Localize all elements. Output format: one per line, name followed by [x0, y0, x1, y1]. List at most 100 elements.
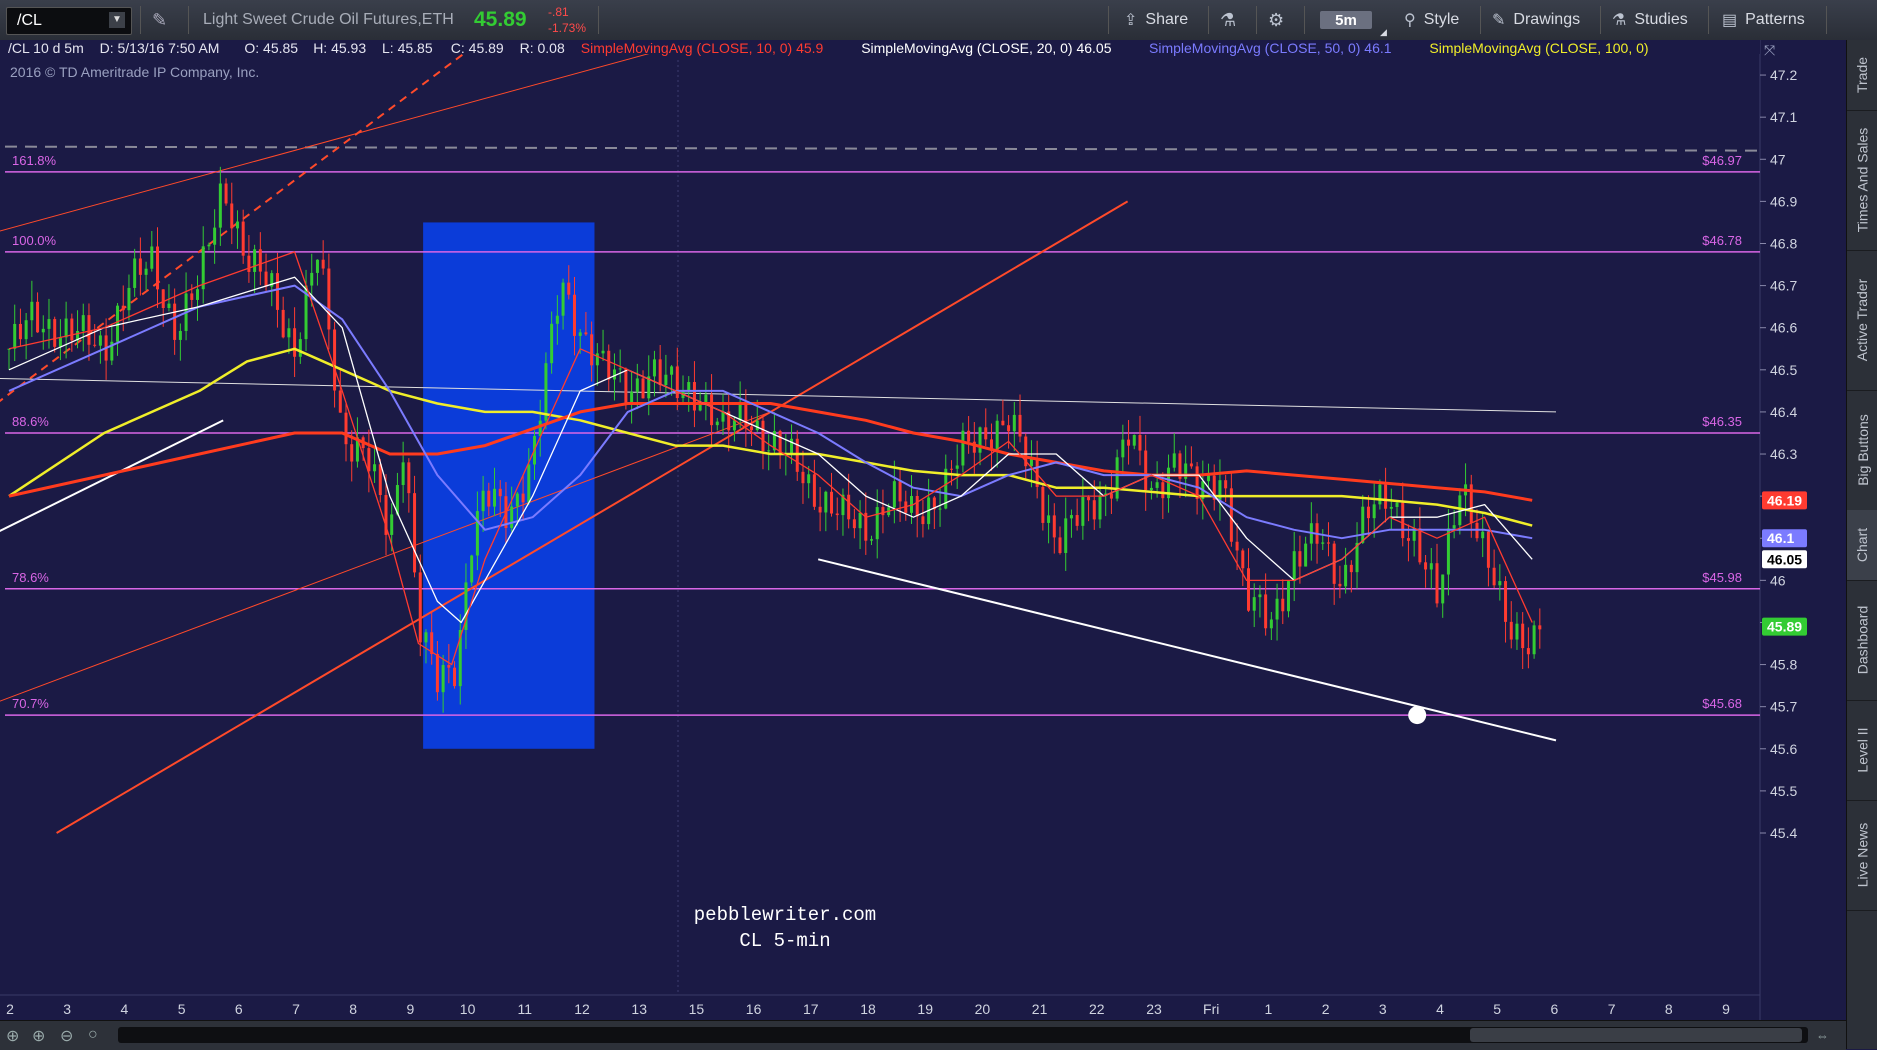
crosshair-icon: ⤧: [1764, 42, 1775, 58]
candle-body: [1406, 538, 1410, 541]
candle-body: [1149, 487, 1153, 491]
candle-body: [1172, 453, 1176, 468]
candle-body: [635, 378, 639, 392]
tab-chart[interactable]: Chart: [1847, 510, 1877, 581]
candle-body: [121, 305, 125, 311]
symbol-text[interactable]: /CL: [17, 12, 42, 30]
candle-body: [1132, 434, 1136, 446]
candle-body: [1532, 625, 1536, 655]
study-legend: SimpleMovingAvg (CLOSE, 10, 0) 45.9: [581, 40, 824, 56]
horizontal-scrollbar[interactable]: [118, 1027, 1808, 1043]
symbol-selector[interactable]: /CL ▼: [6, 7, 132, 35]
chevron-down-icon[interactable]: ▼: [109, 12, 125, 28]
x-tick-label: 9: [407, 1001, 415, 1017]
candle-body: [407, 462, 411, 494]
candle-body: [18, 323, 22, 340]
candle-body: [1304, 543, 1308, 567]
patterns-button[interactable]: ▤ Patterns: [1722, 0, 1805, 40]
study-legend: SimpleMovingAvg (CLOSE, 50, 0) 46.1: [1149, 40, 1392, 56]
candle-body: [1424, 562, 1428, 570]
candle-body: [544, 363, 548, 421]
candle-body: [801, 471, 805, 484]
candle-body: [1047, 515, 1051, 523]
candle-body: [892, 481, 896, 508]
style-icon: ⚲: [1404, 12, 1416, 29]
tab-trade[interactable]: Trade: [1847, 40, 1877, 111]
candle-body: [64, 318, 68, 338]
link-icon[interactable]: ✎: [152, 0, 167, 40]
candle-body: [1286, 581, 1290, 612]
candle-body: [510, 506, 514, 529]
fib-level-price: $45.68: [1702, 696, 1742, 711]
divider: [1304, 6, 1305, 34]
price-tag-label: 46.19: [1767, 492, 1802, 508]
candle-body: [1292, 551, 1296, 582]
scrollbar-thumb[interactable]: [1470, 1028, 1802, 1042]
y-tick-label: 46.4: [1770, 404, 1797, 420]
candle-body: [1418, 528, 1422, 563]
candle-body: [984, 427, 988, 440]
fib-level-label: 88.6%: [12, 414, 49, 429]
candle-body: [1081, 497, 1085, 526]
zoom-out-icon[interactable]: ⊖: [60, 1026, 73, 1046]
candle-body: [230, 203, 234, 229]
candle-body: [1121, 439, 1125, 458]
tab-dashboard[interactable]: Dashboard: [1847, 580, 1877, 701]
candle-body: [235, 221, 239, 229]
candle-body: [584, 332, 588, 335]
x-tick-label: 5: [1493, 1001, 1501, 1017]
candle-body: [161, 289, 165, 309]
candle-body: [1526, 648, 1530, 655]
tab-live-news[interactable]: Live News: [1847, 800, 1877, 911]
candle-body: [995, 420, 999, 451]
tab-times-and-sales[interactable]: Times And Sales: [1847, 110, 1877, 251]
x-tick-label: 18: [860, 1001, 876, 1017]
pan-icon[interactable]: ⊕: [6, 1026, 19, 1046]
tab-level-ii[interactable]: Level II: [1847, 700, 1877, 801]
candle-body: [612, 369, 616, 380]
expand-icon[interactable]: ⇔: [1816, 1028, 1829, 1043]
x-tick-label: 15: [689, 1001, 705, 1017]
zoom-in-icon[interactable]: ⊕: [32, 1026, 45, 1046]
candle-body: [550, 323, 554, 364]
price-chart[interactable]: 161.8% $46.97 100.0% $46.78 88.6% $46.35 78.6%…: [0, 40, 1846, 1020]
header-field: C: 45.89: [451, 40, 504, 56]
candle-body: [413, 493, 417, 573]
candle-body: [704, 394, 708, 403]
x-tick-label: 16: [746, 1001, 762, 1017]
candle-body: [715, 421, 719, 426]
study-legend: SimpleMovingAvg (CLOSE, 100, 0): [1429, 40, 1648, 56]
x-tick-label: 19: [917, 1001, 933, 1017]
candle-body: [36, 301, 40, 333]
candle-body: [1252, 597, 1256, 611]
share-button[interactable]: ⇪ Share: [1124, 0, 1188, 40]
candle-body: [624, 368, 628, 404]
flask-icon[interactable]: ⚗: [1220, 0, 1236, 40]
tab-big-buttons[interactable]: Big Buttons: [1847, 390, 1877, 511]
drawings-button[interactable]: ✎ Drawings: [1492, 0, 1580, 40]
zoom-reset-icon[interactable]: ○: [88, 1026, 98, 1044]
candle-body: [978, 427, 982, 453]
candle-body: [275, 273, 279, 310]
header-field: H: 45.93: [313, 40, 366, 56]
candle-body: [572, 294, 576, 336]
y-tick-label: 46.8: [1770, 235, 1797, 251]
candle-body: [98, 335, 102, 346]
candle-body: [178, 330, 182, 340]
candle-body: [527, 464, 531, 503]
candle-body: [967, 430, 971, 442]
style-button[interactable]: ⚲ Style: [1404, 0, 1459, 40]
timeframe-selector[interactable]: 5m: [1320, 11, 1372, 29]
divider: [598, 6, 599, 34]
x-tick-label: 8: [349, 1001, 357, 1017]
x-tick-label: 3: [63, 1001, 71, 1017]
candle-body: [1275, 598, 1279, 620]
candle-body: [1344, 564, 1348, 587]
tab-active-trader[interactable]: Active Trader: [1847, 250, 1877, 391]
candle-body: [1241, 550, 1245, 569]
divider: [188, 6, 189, 34]
gear-icon[interactable]: ⚙: [1268, 0, 1284, 40]
studies-button[interactable]: ⚗ Studies: [1612, 0, 1688, 40]
candle-body: [1064, 518, 1068, 553]
bottom-scroll-bar: ⊕ ⊕ ⊖ ○ ⇔: [0, 1020, 1846, 1050]
